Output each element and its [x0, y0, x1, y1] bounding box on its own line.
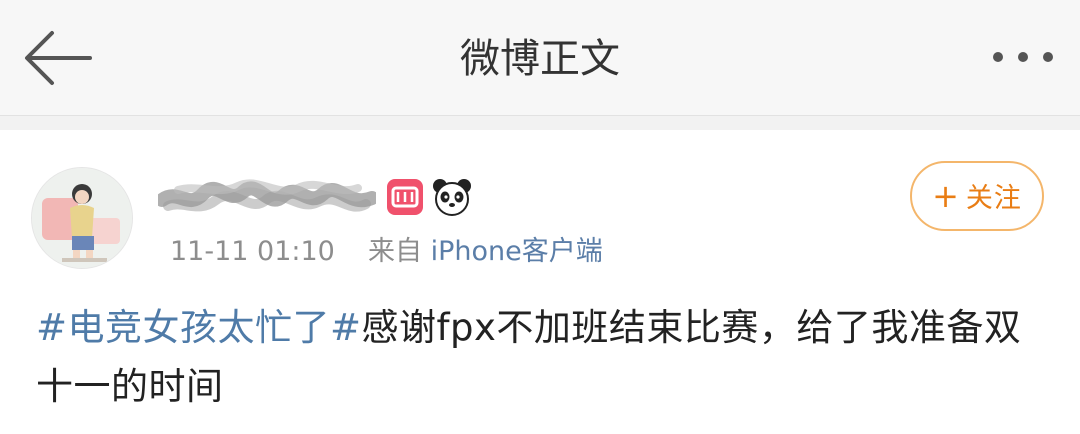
avatar-illustration [32, 168, 132, 268]
post-meta: 11-11 01:10 来自 iPhone客户端 [170, 232, 603, 272]
topic-link[interactable]: #电竞女孩太忙了# [36, 306, 362, 349]
follow-button[interactable]: + 关注 [910, 161, 1044, 231]
panda-icon [431, 176, 473, 218]
source-prefix: 来自 [368, 236, 423, 267]
follow-label: 关注 [965, 183, 1022, 214]
back-button[interactable] [22, 25, 94, 91]
arrow-left-icon [25, 31, 92, 85]
censored-name-scribble [155, 179, 379, 212]
source-link[interactable]: iPhone客户端 [431, 236, 603, 267]
post-text: #电竞女孩太忙了#感谢fpx不加班结束比赛，给了我准备双十一的时间 [36, 298, 1046, 416]
plus-icon: + [932, 177, 960, 215]
avatar[interactable] [31, 167, 133, 269]
author-name-blurred[interactable] [155, 170, 379, 226]
page-title: 微博正文 [460, 36, 620, 82]
vip-badge-icon[interactable] [386, 178, 424, 216]
section-gap [0, 116, 1080, 130]
more-button[interactable] [988, 42, 1058, 72]
more-horizontal-icon [993, 52, 1053, 62]
nav-bar: 微博正文 [0, 0, 1080, 116]
post-time: 11-11 01:10 [170, 236, 335, 267]
